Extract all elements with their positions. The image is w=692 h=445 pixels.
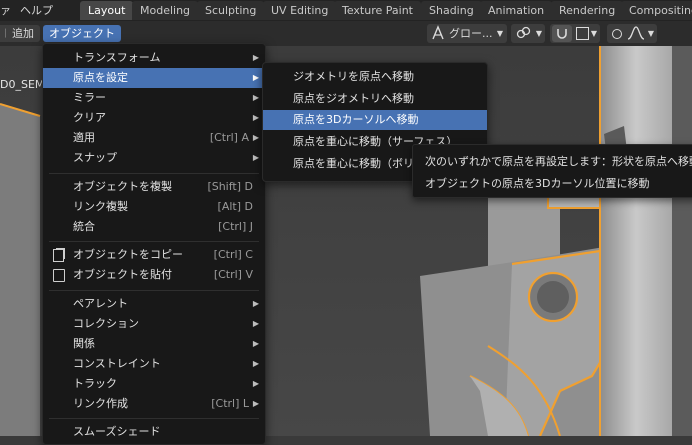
submenu-arrow-icon: ▶ (252, 319, 259, 328)
falloff-curve-icon[interactable] (627, 25, 645, 47)
chevron-down-icon: ▼ (535, 29, 542, 38)
submenu-arrow-icon: ▶ (252, 113, 259, 122)
menu-item-shade-smooth[interactable]: スムーズシェード (43, 422, 265, 442)
menu-item-duplicate-objects[interactable]: オブジェクトを複製 [Shift] D (43, 177, 265, 197)
object-menu: トランスフォーム ▶ 原点を設定 ▶ ミラー ▶ クリア ▶ 適用 [Ctrl] A ▶ ス… (42, 43, 266, 445)
snap-target-icon[interactable] (576, 27, 589, 40)
submenu-arrow-icon: ▶ (252, 359, 259, 368)
submenu-arrow-icon: ▶ (252, 93, 259, 102)
menu-item-track[interactable]: トラック ▶ (43, 374, 265, 394)
tooltip-description: 次のいずれかで原点を再設定します：形状を原点へ移動 (425, 155, 692, 168)
submenu-arrow-icon: ▶ (252, 299, 259, 308)
tab-modeling[interactable]: Modeling (132, 1, 199, 20)
menu-item-mirror[interactable]: ミラー ▶ (43, 88, 265, 108)
chevron-down-icon: ▼ (647, 29, 654, 38)
menu-item-origin-to-geometry[interactable]: 原点をジオメトリへ移動 (263, 89, 487, 109)
menu-item-constraint[interactable]: コンストレイント ▶ (43, 354, 265, 374)
menu-help[interactable]: ヘルプ (20, 0, 53, 21)
chevron-down-icon: ▼ (496, 29, 503, 38)
menu-item-origin-to-3d-cursor[interactable]: 原点を3Dカーソルへ移動 (263, 110, 487, 130)
submenu-arrow-icon: ▶ (252, 53, 259, 62)
snapping-group: ▼ (550, 24, 600, 43)
top-bar: ァ ヘルプ Layout Modeling Sculpting UV Editi… (0, 0, 692, 21)
menu-separator (49, 290, 259, 291)
menu-item-apply[interactable]: 適用 [Ctrl] A ▶ (43, 128, 265, 148)
paste-icon (53, 269, 65, 282)
snap-magnet-icon[interactable] (552, 25, 572, 42)
submenu-arrow-icon: ▶ (252, 133, 259, 142)
menu-item-join[interactable]: 統合 [Ctrl] J (43, 217, 265, 237)
transform-orientation-dropdown[interactable]: グロー... ▼ (427, 24, 507, 43)
menu-separator (49, 418, 259, 419)
submenu-arrow-icon: ▶ (252, 379, 259, 388)
add-menu-button[interactable]: 追加 (6, 25, 40, 42)
menu-item-snap[interactable]: スナップ ▶ (43, 148, 265, 168)
submenu-arrow-icon: ▶ (252, 153, 259, 162)
menu-item-transform[interactable]: トランスフォーム ▶ (43, 48, 265, 68)
tab-sculpting[interactable]: Sculpting (197, 1, 265, 20)
proportional-editing-group: ▼ (607, 24, 657, 43)
menu-partial[interactable]: ァ (0, 0, 11, 21)
tab-rendering[interactable]: Rendering (551, 1, 624, 20)
tab-layout[interactable]: Layout (80, 1, 134, 20)
menu-separator (49, 241, 259, 242)
object-menu-button[interactable]: オブジェクト (43, 25, 121, 42)
submenu-arrow-icon: ▶ (252, 339, 259, 348)
tab-uv-editing[interactable]: UV Editing (263, 1, 337, 20)
orientation-label: グロー... (449, 27, 493, 40)
menu-item-clear[interactable]: クリア ▶ (43, 108, 265, 128)
tooltip: 次のいずれかで原点を再設定します：形状を原点へ移動 オブジェクトの原点を3Dカー… (412, 144, 692, 198)
menu-item-parent[interactable]: ペアレント ▶ (43, 294, 265, 314)
menu-item-set-origin[interactable]: 原点を設定 ▶ (43, 68, 265, 88)
menu-item-geometry-to-origin[interactable]: ジオメトリを原点へ移動 (263, 67, 487, 87)
submenu-arrow-icon: ▶ (252, 399, 259, 408)
pivot-icon (515, 25, 531, 47)
menu-item-link-transfer[interactable]: リンク作成 [Ctrl] L ▶ (43, 394, 265, 414)
pivot-point-dropdown[interactable]: ▼ (511, 24, 545, 43)
tab-animation[interactable]: Animation (480, 1, 553, 20)
tab-shading[interactable]: Shading (421, 1, 482, 20)
menu-item-collection[interactable]: コレクション ▶ (43, 314, 265, 334)
orientation-icon (431, 24, 445, 48)
menu-item-duplicate-linked[interactable]: リンク複製 [Alt] D (43, 197, 265, 217)
copy-icon (53, 249, 64, 262)
menu-item-relations[interactable]: 関係 ▶ (43, 334, 265, 354)
submenu-arrow-icon: ▶ (252, 73, 259, 82)
menu-item-copy-objects[interactable]: オブジェクトをコピー [Ctrl] C (43, 245, 265, 265)
menu-item-paste-objects[interactable]: オブジェクトを貼付 [Ctrl] V (43, 265, 265, 285)
menu-separator (49, 173, 259, 174)
tooltip-detail: オブジェクトの原点を3Dカーソル位置に移動 (425, 177, 650, 190)
tab-compositing[interactable]: Compositing (621, 1, 692, 20)
proportional-edit-icon[interactable] (612, 29, 622, 39)
chevron-down-icon: ▼ (590, 29, 597, 38)
tab-texture-paint[interactable]: Texture Paint (334, 1, 421, 20)
